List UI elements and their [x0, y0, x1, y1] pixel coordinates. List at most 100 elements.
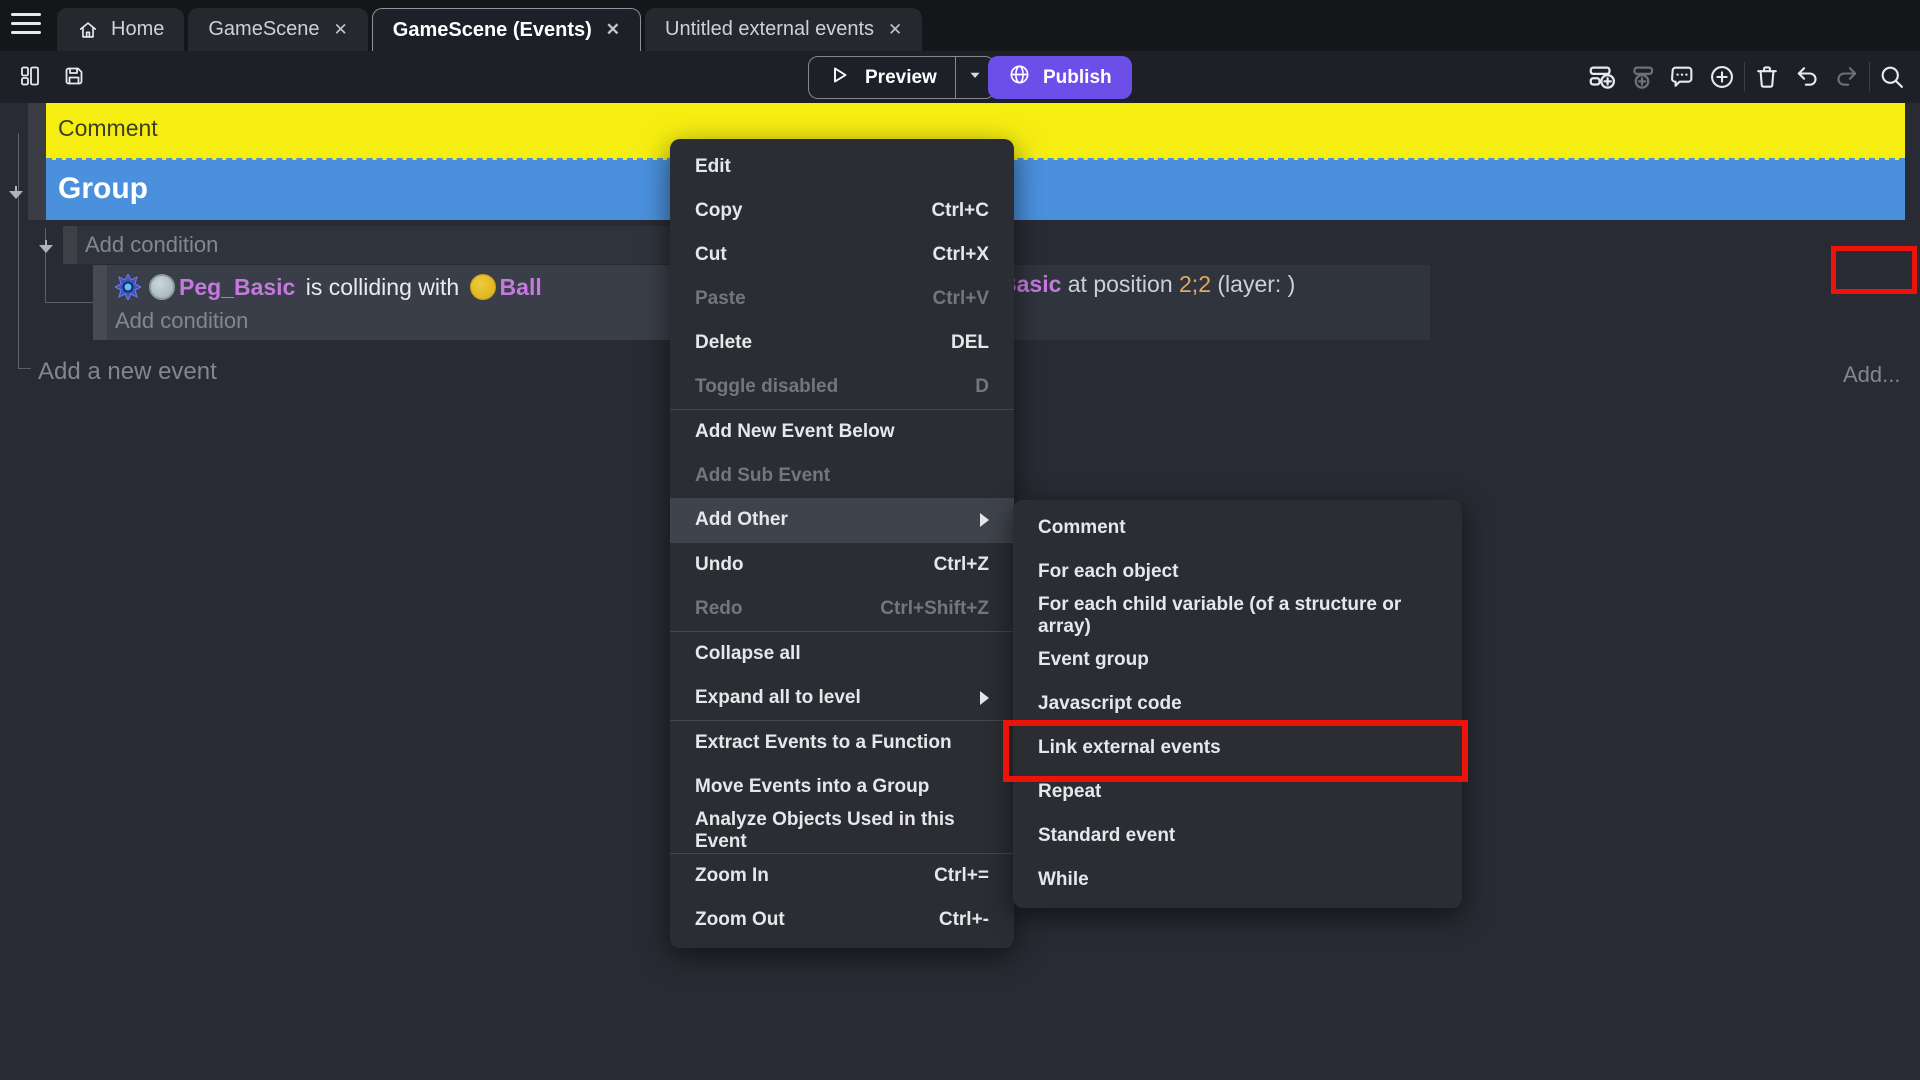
submenu-item-while[interactable]: While: [1013, 858, 1462, 902]
context-menu-item-add-new-event-below[interactable]: Add New Event Below: [670, 410, 1014, 454]
play-icon: [827, 63, 851, 93]
menu-item-label: Add Sub Event: [695, 465, 830, 487]
action-text: (layer: ): [1211, 271, 1295, 297]
menu-item-shortcut: Ctrl+V: [933, 288, 990, 310]
tab-label: Untitled external events: [665, 18, 874, 41]
tab-close-icon[interactable]: ✕: [332, 20, 348, 40]
tab-gamescene-events[interactable]: GameScene (Events)✕: [372, 8, 641, 51]
add-circle-icon[interactable]: [1702, 60, 1742, 94]
tab-close-icon[interactable]: ✕: [886, 20, 902, 40]
add-sub-event-icon: [1622, 60, 1662, 94]
menu-item-label: Move Events into a Group: [695, 776, 929, 798]
submenu-item-for-each-object[interactable]: For each object: [1013, 550, 1462, 594]
action-position-value: 2;2: [1179, 271, 1211, 297]
context-menu-item-zoom-in[interactable]: Zoom InCtrl+=: [670, 854, 1014, 898]
context-menu-item-zoom-out[interactable]: Zoom OutCtrl+-: [670, 898, 1014, 942]
collapse-arrow-icon[interactable]: [7, 186, 25, 200]
tab-label: GameScene: [208, 18, 319, 41]
panels-icon[interactable]: [14, 60, 46, 92]
context-menu-item-extract-events-to-a-function[interactable]: Extract Events to a Function: [670, 721, 1014, 765]
menu-item-label: Javascript code: [1038, 693, 1182, 715]
submenu-item-repeat[interactable]: Repeat: [1013, 770, 1462, 814]
submenu-arrow-icon: [980, 513, 989, 527]
add-new-event-button[interactable]: Add a new event: [38, 358, 217, 386]
condition-row[interactable]: Peg_Basic is colliding with Ball: [115, 269, 542, 305]
object-name: Ball: [500, 274, 542, 301]
group-drag-handle[interactable]: [28, 160, 46, 220]
comment-text: Comment: [58, 115, 158, 141]
ball-thumbnail: [470, 274, 496, 300]
context-menu-item-delete[interactable]: DeleteDEL: [670, 321, 1014, 365]
hamburger-menu-icon[interactable]: [11, 13, 41, 37]
menu-item-label: Cut: [695, 244, 727, 266]
context-menu-item-copy[interactable]: CopyCtrl+C: [670, 189, 1014, 233]
add-button[interactable]: Add...: [1843, 362, 1900, 388]
object-name: Peg_Basic: [179, 274, 295, 301]
toolbar-divider: [1744, 62, 1745, 92]
menu-item-label: Repeat: [1038, 781, 1101, 803]
search-icon[interactable]: [1872, 60, 1912, 94]
submenu-item-comment[interactable]: Comment: [1013, 506, 1462, 550]
toolbar: Preview Publish: [0, 51, 1920, 103]
collision-condition-icon: [115, 274, 141, 300]
menu-item-shortcut: Ctrl+C: [931, 200, 989, 222]
collapse-arrow-icon[interactable]: [37, 240, 55, 254]
tree-line-vertical: [18, 133, 19, 368]
add-event-icon[interactable]: [1582, 60, 1622, 94]
submenu-arrow-icon: [980, 691, 989, 705]
preview-button[interactable]: Preview: [808, 56, 955, 99]
preview-button-group: Preview: [808, 56, 995, 99]
submenu-item-for-each-child-variable-of-a-structure-or-array[interactable]: For each child variable (of a structure …: [1013, 594, 1462, 638]
submenu-item-link-external-events[interactable]: Link external events: [1013, 726, 1462, 770]
menu-item-label: Redo: [695, 598, 743, 620]
context-menu-item-edit[interactable]: Edit: [670, 145, 1014, 189]
publish-button[interactable]: Publish: [988, 56, 1132, 99]
globe-icon: [1008, 63, 1031, 92]
undo-icon[interactable]: [1787, 60, 1827, 94]
menu-item-label: Comment: [1038, 517, 1126, 539]
context-menu-item-undo[interactable]: Undo Ctrl+Z: [670, 543, 1014, 587]
context-menu-item-add-other[interactable]: Add Other: [670, 498, 1014, 542]
context-menu-item-expand-all-to-level[interactable]: Expand all to level: [670, 676, 1014, 720]
menu-item-shortcut: Ctrl+Z: [934, 554, 989, 576]
submenu-item-standard-event[interactable]: Standard event: [1013, 814, 1462, 858]
menu-item-label: For each object: [1038, 561, 1178, 583]
context-menu-item-analyze-objects-used-in-this-event[interactable]: Analyze Objects Used in this Event: [670, 809, 1014, 853]
menu-item-label: Undo: [695, 554, 744, 576]
comment-drag-handle[interactable]: [28, 103, 46, 160]
context-menu-item-cut[interactable]: Cut Ctrl+X: [670, 233, 1014, 277]
tab-gamescene[interactable]: GameScene ✕: [188, 8, 367, 51]
menu-item-label: Toggle disabled: [695, 376, 838, 398]
tab-bar: HomeGameScene✕GameScene (Events)✕Untitle…: [0, 0, 1920, 51]
tab-untitled-external-events[interactable]: Untitled external events ✕: [645, 8, 922, 51]
tab-home[interactable]: Home: [57, 8, 184, 51]
add-comment-icon[interactable]: [1662, 60, 1702, 94]
menu-item-label: Expand all to level: [695, 687, 861, 709]
context-menu-item-toggle-disabled: Toggle disabledD: [670, 365, 1014, 409]
submenu-item-event-group[interactable]: Event group: [1013, 638, 1462, 682]
tab-label: Home: [111, 18, 164, 41]
context-menu-item-move-events-into-a-group[interactable]: Move Events into a Group: [670, 765, 1014, 809]
menu-item-label: Paste: [695, 288, 746, 310]
peg-basic-thumbnail: [149, 274, 175, 300]
add-condition-button[interactable]: Add condition: [115, 305, 248, 337]
tab-close-icon[interactable]: ✕: [604, 20, 620, 40]
menu-item-label: Link external events: [1038, 737, 1221, 759]
chevron-down-icon: [966, 66, 984, 89]
toolbar-divider: [1869, 62, 1870, 92]
menu-item-label: Edit: [695, 156, 731, 178]
home-icon: [77, 19, 99, 41]
menu-item-label: Zoom In: [695, 865, 769, 887]
selected-event-drag-handle[interactable]: [93, 265, 107, 340]
context-menu-item-collapse-all[interactable]: Collapse all: [670, 632, 1014, 676]
selected-event-actions: Basic at position 2;2 (layer: ): [998, 265, 1430, 340]
trash-icon[interactable]: [1747, 60, 1787, 94]
context-menu: Edit CopyCtrl+C Cut Ctrl+X Paste Ctrl+V Delete…: [670, 139, 1014, 948]
redo-icon: [1827, 60, 1867, 94]
event-drag-handle[interactable]: [63, 226, 77, 264]
submenu-item-javascript-code[interactable]: Javascript code: [1013, 682, 1462, 726]
save-icon[interactable]: [58, 60, 90, 92]
menu-item-label: Collapse all: [695, 643, 801, 665]
menu-item-shortcut: Ctrl+X: [933, 244, 990, 266]
action-row[interactable]: Basic at position 2;2 (layer: ): [1000, 271, 1295, 298]
